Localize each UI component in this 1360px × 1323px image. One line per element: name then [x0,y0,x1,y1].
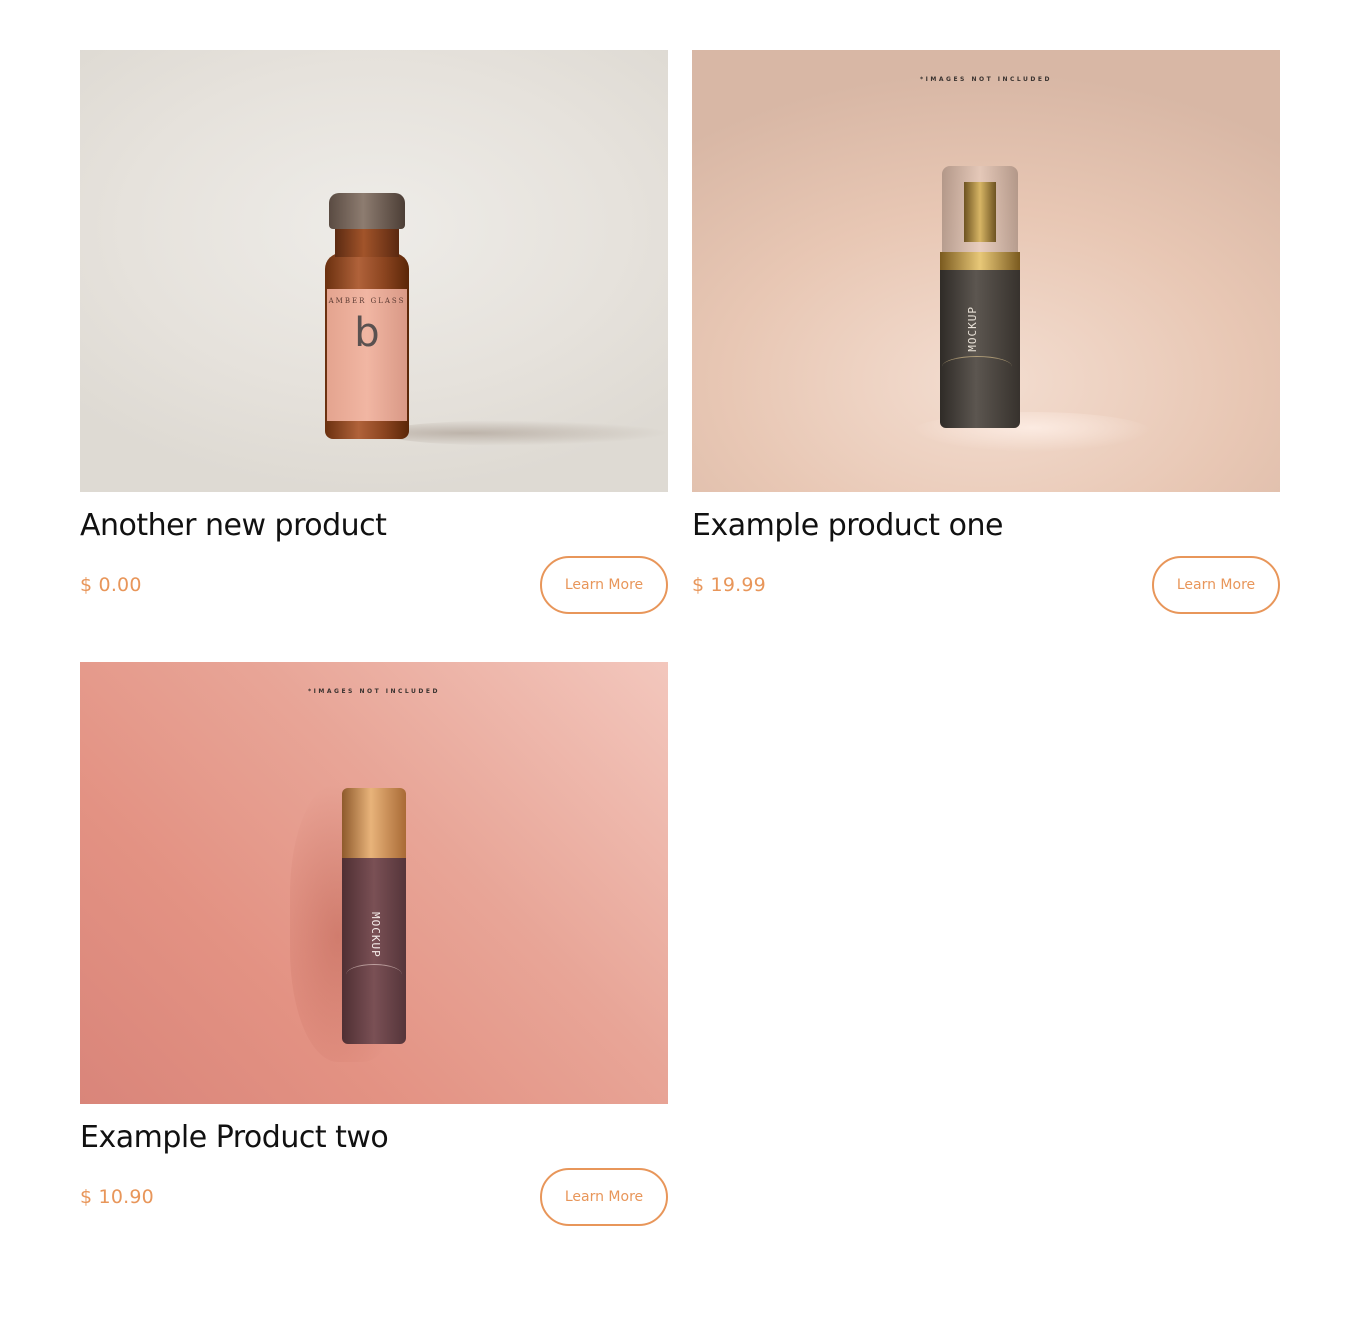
product-image[interactable]: *IMAGES NOT INCLUDED MOCKUP [80,662,668,1104]
learn-more-button[interactable]: Learn More [1152,556,1280,614]
vial-label: AMBER GLASS b [327,289,407,421]
product-price: $ 19.99 [692,574,766,596]
product-card: AMBER GLASS b Another new product $ 0.00… [80,50,668,614]
learn-more-button[interactable]: Learn More [540,556,668,614]
image-caption: *IMAGES NOT INCLUDED [308,688,440,695]
pump-label-word: MOCKUP [966,306,979,352]
roller-label-word: MOCKUP [369,912,382,958]
product-title[interactable]: Example product one [692,506,1280,546]
product-price: $ 10.90 [80,1186,154,1208]
product-card: *IMAGES NOT INCLUDED MOCKUP Example prod… [692,50,1280,614]
vial-label-brand: AMBER GLASS [328,297,406,305]
product-shadow [380,420,668,446]
amber-vial-illustration: AMBER GLASS b [325,193,409,439]
product-card: *IMAGES NOT INCLUDED MOCKUP Example Prod… [80,662,668,1226]
vial-cap [329,193,405,229]
product-meta: $ 19.99 Learn More [692,556,1280,614]
image-caption: *IMAGES NOT INCLUDED [920,76,1052,83]
pump-head [964,182,996,242]
pump-collar [940,252,1020,272]
product-meta: $ 10.90 Learn More [80,1168,668,1226]
product-meta: $ 0.00 Learn More [80,556,668,614]
pump-label-wave [942,356,1012,377]
vial-neck [335,227,399,257]
roller-cap [342,788,406,858]
product-title[interactable]: Another new product [80,506,668,546]
roller-label-wave [346,964,402,985]
vial-label-mark: b [354,310,380,356]
learn-more-button[interactable]: Learn More [540,1168,668,1226]
roller-bottle-illustration: MOCKUP [342,788,406,1048]
product-grid: AMBER GLASS b Another new product $ 0.00… [80,50,1280,1226]
product-price: $ 0.00 [80,574,142,596]
product-image[interactable]: *IMAGES NOT INCLUDED MOCKUP [692,50,1280,492]
product-title[interactable]: Example Product two [80,1118,668,1158]
product-image[interactable]: AMBER GLASS b [80,50,668,492]
pump-bottle-illustration: MOCKUP [940,166,1020,428]
